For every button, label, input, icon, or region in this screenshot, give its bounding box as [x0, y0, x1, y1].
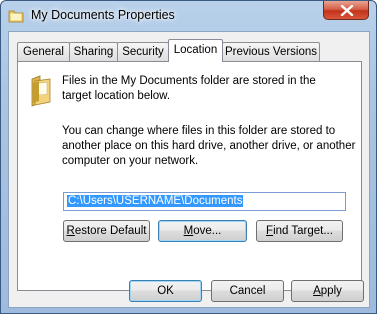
tab-label: Security	[122, 46, 164, 58]
button-label: ind Target...	[273, 225, 333, 237]
mnemonic: F	[266, 225, 274, 237]
tab-security[interactable]: Security	[117, 42, 169, 61]
tab-label: General	[23, 46, 64, 58]
mnemonic: R	[66, 225, 75, 237]
dialog-client: General Sharing Security Location Previo…	[8, 31, 370, 308]
mnemonic: M	[183, 225, 194, 237]
button-label: OK	[157, 285, 174, 297]
folder-icon	[30, 75, 52, 110]
description-line3: computer on your network.	[62, 155, 199, 167]
close-icon	[340, 5, 354, 16]
cancel-button[interactable]: Cancel	[211, 280, 284, 302]
tab-previous-versions[interactable]: Previous Versions	[222, 42, 320, 61]
move-button[interactable]: Move...	[158, 220, 247, 242]
mnemonic: A	[313, 285, 321, 297]
tab-location[interactable]: Location	[168, 39, 223, 62]
properties-window: My Documents Properties General Sharing …	[0, 0, 377, 314]
button-label: pply	[320, 285, 342, 297]
location-path-input[interactable]: C:\Users\USERNAME\Documents	[63, 192, 346, 211]
tab-label: Sharing	[73, 46, 114, 58]
button-label: estore Default	[74, 225, 147, 237]
tab-general[interactable]: General	[17, 42, 70, 61]
intro-text-line2: target location below.	[62, 90, 171, 102]
path-value: C:\Users\USERNAME\Documents	[67, 195, 244, 207]
tab-sharing[interactable]: Sharing	[69, 42, 118, 61]
restore-default-button[interactable]: Restore Default	[63, 220, 150, 242]
intro-text-line1: Files in the My Documents folder are sto…	[62, 75, 316, 87]
location-panel: Files in the My Documents folder are sto…	[17, 61, 362, 291]
ok-button[interactable]: OK	[129, 280, 202, 302]
tab-label: Location	[173, 44, 218, 56]
apply-button[interactable]: Apply	[291, 280, 364, 302]
button-label: Cancel	[229, 285, 266, 297]
folder-icon	[8, 8, 24, 24]
description-line2: another place on this hard drive, anothe…	[62, 140, 356, 152]
title-bar[interactable]: My Documents Properties	[1, 1, 376, 31]
close-button[interactable]	[323, 1, 369, 20]
tab-label: Previous Versions	[224, 46, 318, 58]
find-target-button[interactable]: Find Target...	[256, 220, 343, 242]
description-line1: You can change where files in this folde…	[62, 125, 336, 137]
button-label: ove...	[193, 225, 222, 237]
window-title: My Documents Properties	[31, 8, 175, 22]
